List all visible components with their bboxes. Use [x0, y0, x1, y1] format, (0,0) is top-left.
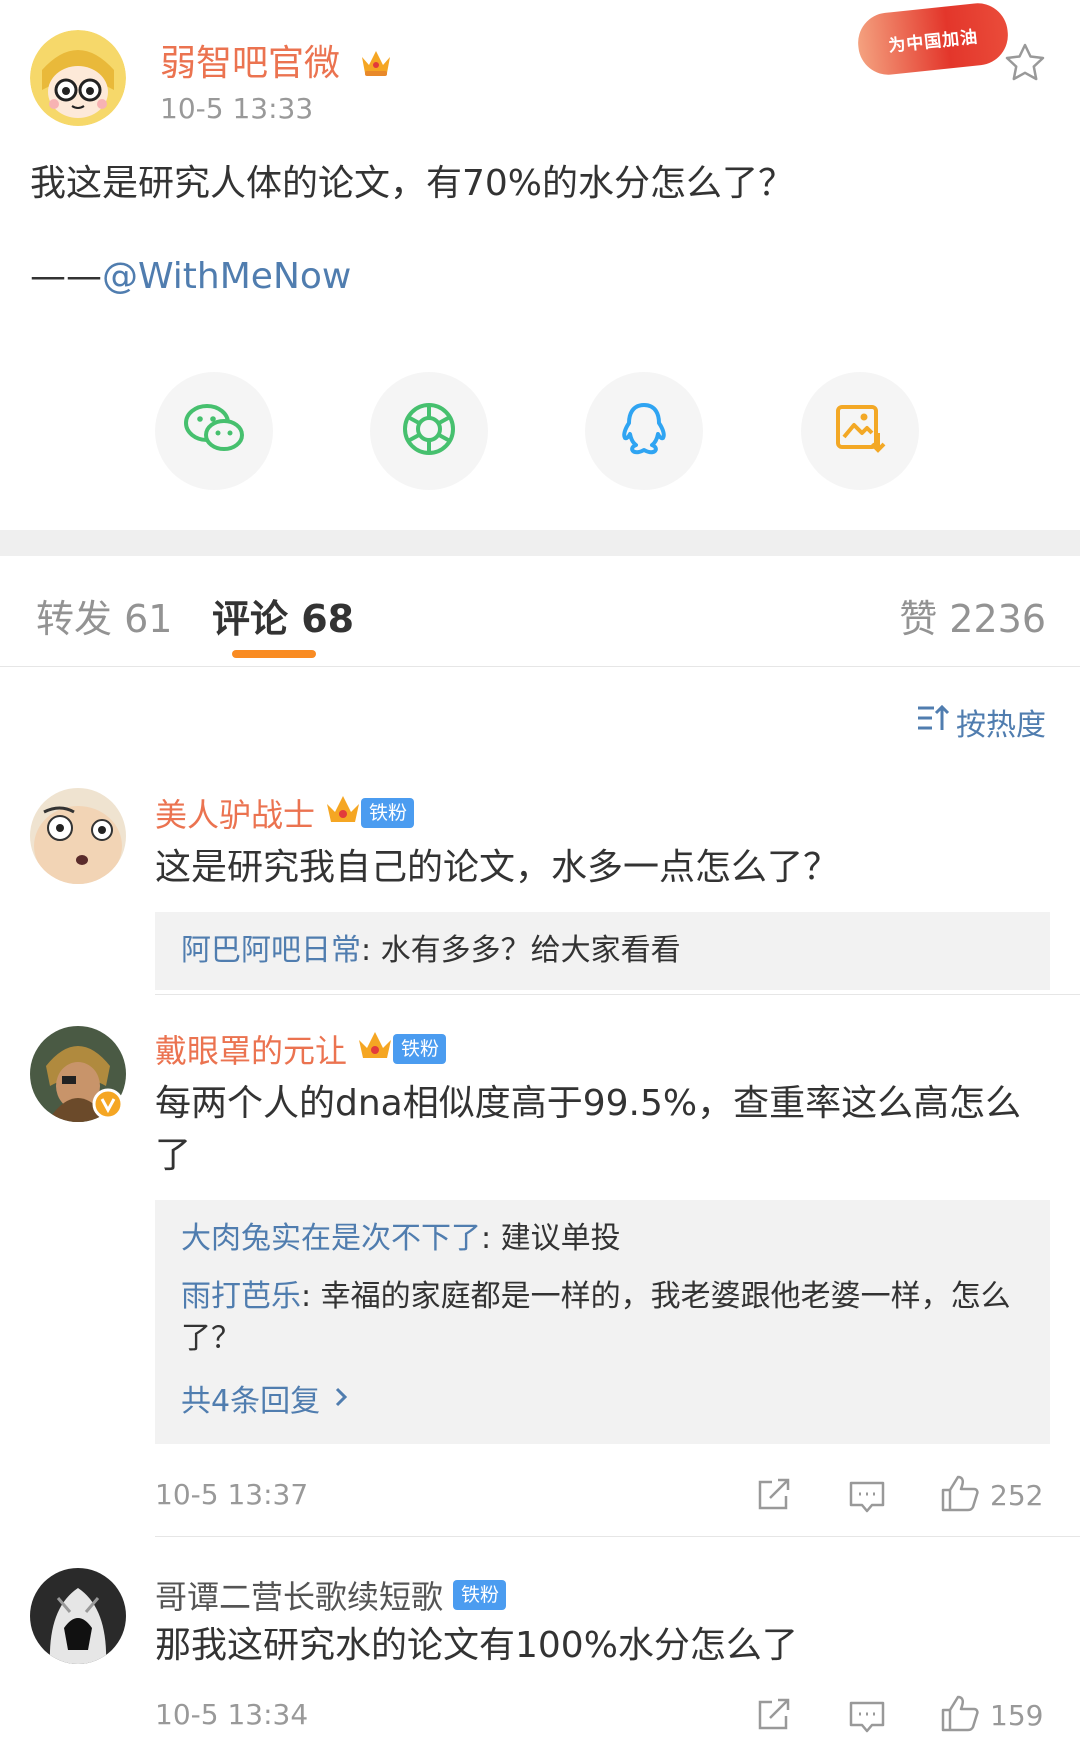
comment-username[interactable]: 戴眼罩的元让 铁粉 — [155, 1026, 447, 1072]
share-icon — [756, 1698, 792, 1736]
crown-badge-icon — [359, 45, 393, 86]
reply-username[interactable]: 阿巴阿吧日常 — [181, 933, 361, 968]
mention-link[interactable]: @WithMeNow — [102, 256, 351, 297]
thumbs-up-icon — [940, 1694, 980, 1736]
comment-username[interactable]: 美人驴战士 铁粉 — [155, 790, 415, 836]
thumbs-up-icon — [940, 1474, 980, 1516]
comment-time: 10-5 13:34 — [155, 1698, 309, 1731]
share-moments-button[interactable] — [370, 372, 488, 490]
tab-comment[interactable]: 评论 68 — [212, 588, 354, 643]
commenter-avatar[interactable] — [30, 788, 126, 884]
reply-preview[interactable]: 大肉兔实在是次不下了: 建议单投 雨打芭乐: 幸福的家庭都是一样的，我老婆跟他老… — [155, 1200, 1050, 1444]
post-signature: ——@WithMeNow — [30, 256, 352, 297]
commenter-avatar[interactable] — [30, 1568, 126, 1664]
tabs-divider — [0, 666, 1080, 667]
post-time: 10-5 13:33 — [160, 92, 314, 125]
reply-username[interactable]: 雨打芭乐 — [181, 1279, 301, 1314]
qq-icon — [619, 401, 669, 461]
crown-badge-icon — [325, 792, 361, 834]
like-comment-button[interactable]: 252 — [940, 1474, 1043, 1516]
reply-preview[interactable]: 阿巴阿吧日常: 水有多多？给大家看看 — [155, 912, 1050, 990]
tab-like[interactable]: 赞 2236 — [899, 588, 1046, 643]
reply-item[interactable]: 雨打芭乐: 幸福的家庭都是一样的，我老婆跟他老婆一样，怎么了？ — [181, 1276, 1016, 1360]
fan-badge[interactable]: 铁粉 — [325, 792, 415, 834]
favorite-star-icon[interactable] — [1004, 42, 1046, 86]
repost-comment-button[interactable] — [756, 1698, 792, 1736]
view-all-replies-link[interactable]: 共4条回复 — [181, 1376, 348, 1420]
comment-time: 10-5 13:37 — [155, 1478, 309, 1511]
tab-repost[interactable]: 转发 61 — [36, 588, 172, 643]
section-separator — [0, 530, 1080, 556]
share-qq-button[interactable] — [585, 372, 703, 490]
chevron-right-icon — [334, 1381, 348, 1416]
verified-badge-icon — [92, 1088, 124, 1124]
reply-item[interactable]: 大肉兔实在是次不下了: 建议单投 — [181, 1218, 1031, 1260]
like-comment-button[interactable]: 159 — [940, 1694, 1043, 1736]
sort-by-hot-button[interactable]: 按热度 — [916, 700, 1046, 744]
promo-badge[interactable]: 为中国加油 — [855, 0, 1011, 78]
wechat-icon — [183, 403, 245, 459]
sort-icon — [916, 703, 950, 741]
reply-comment-button[interactable] — [848, 1700, 886, 1738]
comment-text: 那我这研究水的论文有100%水分怎么了 — [155, 1625, 798, 1666]
save-image-button[interactable] — [801, 372, 919, 490]
comment-divider — [155, 994, 1080, 995]
comment-divider — [155, 1536, 1080, 1537]
active-tab-indicator — [232, 650, 316, 658]
post-author-name[interactable]: 弱智吧官微 — [160, 34, 393, 86]
reply-item[interactable]: 阿巴阿吧日常: 水有多多？给大家看看 — [155, 912, 1050, 990]
fan-badge[interactable]: 铁粉 — [357, 1028, 447, 1070]
reply-comment-button[interactable] — [848, 1480, 886, 1518]
save-image-icon — [834, 403, 886, 459]
post-text: 我这是研究人体的论文，有70%的水分怎么了？ — [30, 163, 795, 204]
moments-icon — [401, 401, 457, 461]
share-icon — [756, 1478, 792, 1516]
comment-text: 每两个人的dna相似度高于99.5%，查重率这么高怎么了 — [155, 1083, 1022, 1176]
comment-icon — [848, 1480, 886, 1518]
reply-username[interactable]: 大肉兔实在是次不下了 — [181, 1221, 481, 1256]
comment-icon — [848, 1700, 886, 1738]
share-wechat-button[interactable] — [155, 372, 273, 490]
crown-badge-icon — [357, 1028, 393, 1070]
comment-text: 这是研究我自己的论文，水多一点怎么了？ — [155, 847, 840, 888]
repost-comment-button[interactable] — [756, 1478, 792, 1516]
comment-username[interactable]: 哥谭二营长歌续短歌 铁粉 — [155, 1572, 507, 1618]
fan-badge[interactable]: 铁粉 — [453, 1580, 507, 1610]
post-author-avatar[interactable] — [30, 30, 126, 126]
